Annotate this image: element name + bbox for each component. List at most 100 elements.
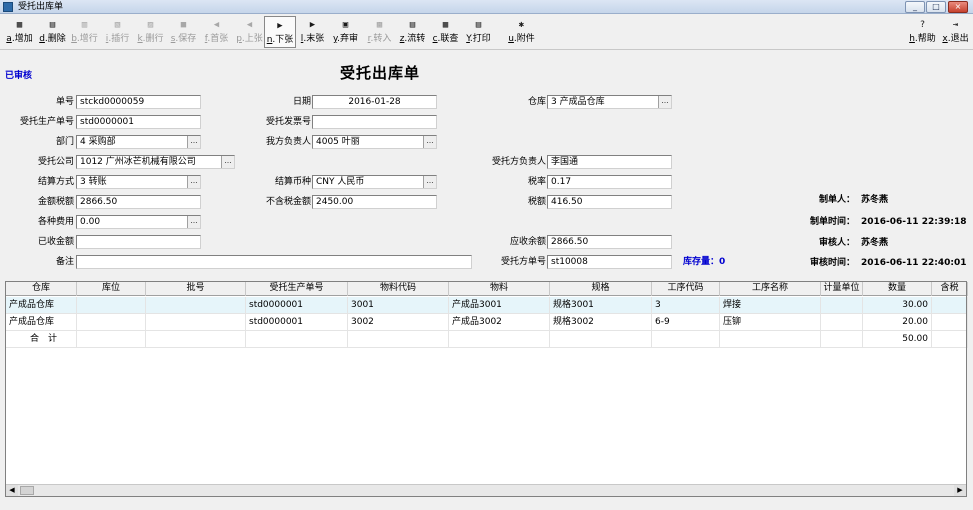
toolbar-button-6[interactable]: ◀ f.首张	[201, 16, 232, 48]
table-cell[interactable]: std0000001	[246, 297, 348, 314]
receivable-field[interactable]: 2866.50	[547, 235, 672, 249]
column-header[interactable]: 工序代码	[652, 282, 720, 296]
minimize-button[interactable]: _	[905, 1, 925, 13]
dropdown-icon[interactable]: …	[658, 96, 671, 108]
toolbar-button-8[interactable]: ▶ n.下张	[264, 16, 296, 48]
toolbar-button-10[interactable]: ▣ y.弃审	[330, 16, 361, 48]
toolbar-button-16[interactable]: ? h.帮助	[907, 16, 938, 48]
table-cell[interactable]	[821, 314, 863, 331]
toolbar-button-11[interactable]: ▩ r.转入	[364, 16, 395, 48]
dropdown-icon[interactable]: …	[423, 136, 436, 148]
prod-order-field[interactable]: std0000001	[76, 115, 201, 129]
toolbar-button-3[interactable]: ▧ i.插行	[102, 16, 133, 48]
column-header[interactable]: 含税	[932, 282, 968, 296]
date-field[interactable]: 2016-01-28	[312, 95, 437, 109]
table-cell[interactable]	[932, 297, 968, 314]
table-row[interactable]: 产成品仓库 std0000001 3002 产成品3002 规格3002 6-9 压铆 20.…	[6, 314, 968, 331]
toolbar-button-7[interactable]: ◀ p.上张	[234, 16, 265, 48]
horizontal-scrollbar[interactable]: ◀ ▶	[6, 484, 966, 496]
remark-field[interactable]	[76, 255, 472, 269]
tax-field[interactable]: 416.50	[547, 195, 672, 209]
toolbar-button-2[interactable]: ▥ b.增行	[69, 16, 100, 48]
table-cell[interactable]	[146, 314, 246, 331]
table-cell[interactable]	[77, 314, 146, 331]
settle-method-field[interactable]: 3 转账…	[76, 175, 201, 189]
column-header[interactable]: 仓库	[6, 282, 77, 296]
total-qty: 50.00	[863, 331, 932, 348]
scroll-right-icon[interactable]: ▶	[954, 485, 966, 496]
table-cell[interactable]: 产成品仓库	[6, 314, 77, 331]
column-header[interactable]: 受托生产单号	[246, 282, 348, 296]
toolbar-button-0[interactable]: ▦ a.增加	[3, 16, 36, 48]
table-cell[interactable]: 20.00	[863, 314, 932, 331]
client-person-field[interactable]: 李国通	[547, 155, 672, 169]
close-button[interactable]: ×	[948, 1, 968, 13]
table-cell[interactable]: 3002	[348, 314, 449, 331]
toolbar-icon: ✱	[518, 20, 525, 30]
column-header[interactable]: 数量	[863, 282, 932, 296]
column-header[interactable]: 物料	[449, 282, 550, 296]
column-header[interactable]: 规格	[550, 282, 652, 296]
dropdown-icon[interactable]: …	[187, 136, 200, 148]
client-order-field[interactable]: st10008	[547, 255, 672, 269]
toolbar-button-4[interactable]: ▨ k.删行	[135, 16, 166, 48]
toolbar-icon: ▦	[16, 20, 23, 30]
amount-tax-field[interactable]: 2866.50	[76, 195, 201, 209]
table-cell[interactable]: 产成品3002	[449, 314, 550, 331]
toolbar-button-15[interactable]: ✱ u.附件	[506, 16, 537, 48]
dropdown-icon[interactable]: …	[187, 176, 200, 188]
table-cell[interactable]: 产成品仓库	[6, 297, 77, 314]
dropdown-icon[interactable]: …	[423, 176, 436, 188]
warehouse-field[interactable]: 3 产成品仓库…	[547, 95, 672, 109]
table-cell[interactable]: 规格3001	[550, 297, 652, 314]
toolbar-button-12[interactable]: ▤ z.流转	[397, 16, 428, 48]
column-header[interactable]: 库位	[77, 282, 146, 296]
column-header[interactable]: 计量单位	[821, 282, 863, 296]
scroll-left-icon[interactable]: ◀	[6, 485, 18, 496]
table-row[interactable]: 产成品仓库 std0000001 3001 产成品3001 规格3001 3 焊接 30.00	[6, 297, 968, 314]
tax-rate-field[interactable]: 0.17	[547, 175, 672, 189]
column-header[interactable]: 工序名称	[720, 282, 821, 296]
table-cell[interactable]: 压铆	[720, 314, 821, 331]
table-cell[interactable]: std0000001	[246, 314, 348, 331]
toolbar-button-17[interactable]: ⇥ x.退出	[940, 16, 971, 48]
order-no-field[interactable]: stckd0000059	[76, 95, 201, 109]
dropdown-icon[interactable]: …	[221, 156, 234, 168]
dropdown-icon[interactable]: …	[187, 216, 200, 228]
table-cell	[550, 331, 652, 348]
total-row[interactable]: 合 计 50.00	[6, 331, 968, 348]
toolbar-button-5[interactable]: ■ s.保存	[168, 16, 199, 48]
received-field[interactable]	[76, 235, 201, 249]
toolbar-button-13[interactable]: ▦ c.联查	[430, 16, 461, 48]
client-company-field[interactable]: 1012 广州冰芒机械有限公司…	[76, 155, 235, 169]
toolbar-button-9[interactable]: ▶ l.末张	[297, 16, 328, 48]
table-cell[interactable]: 3001	[348, 297, 449, 314]
table-cell[interactable]	[146, 297, 246, 314]
our-person-field[interactable]: 4005 叶丽…	[312, 135, 437, 149]
table-cell[interactable]: 焊接	[720, 297, 821, 314]
table-cell[interactable]: 规格3002	[550, 314, 652, 331]
maximize-button[interactable]: □	[926, 1, 946, 13]
table-cell[interactable]	[77, 297, 146, 314]
toolbar-icon: ▤	[49, 20, 56, 30]
table-cell[interactable]: 3	[652, 297, 720, 314]
column-header[interactable]: 批号	[146, 282, 246, 296]
amount-notax-field[interactable]: 2450.00	[312, 195, 437, 209]
fees-field[interactable]: 0.00…	[76, 215, 201, 229]
table-cell[interactable]	[932, 314, 968, 331]
table-cell[interactable]: 产成品3001	[449, 297, 550, 314]
column-header[interactable]: 物料代码	[348, 282, 449, 296]
invoice-no-field[interactable]	[312, 115, 437, 129]
label-remark: 备注	[55, 257, 74, 267]
toolbar-button-14[interactable]: ▤ Y.打印	[463, 16, 494, 48]
table-cell[interactable]: 6-9	[652, 314, 720, 331]
scroll-thumb[interactable]	[20, 486, 34, 495]
detail-grid[interactable]: 仓库 库位 批号 受托生产单号 物料代码 物料 规格 工序代码 工序名称 计量单位 数量 含税 产成品…	[5, 281, 968, 497]
table-cell[interactable]: 30.00	[863, 297, 932, 314]
department-field[interactable]: 4 采购部…	[76, 135, 201, 149]
currency-field[interactable]: CNY 人民币…	[312, 175, 437, 189]
toolbar-icon: ▧	[114, 20, 121, 30]
table-cell[interactable]	[821, 297, 863, 314]
toolbar-button-1[interactable]: ▤ d.删除	[36, 16, 69, 48]
creator-label: 制单人：	[818, 195, 855, 205]
